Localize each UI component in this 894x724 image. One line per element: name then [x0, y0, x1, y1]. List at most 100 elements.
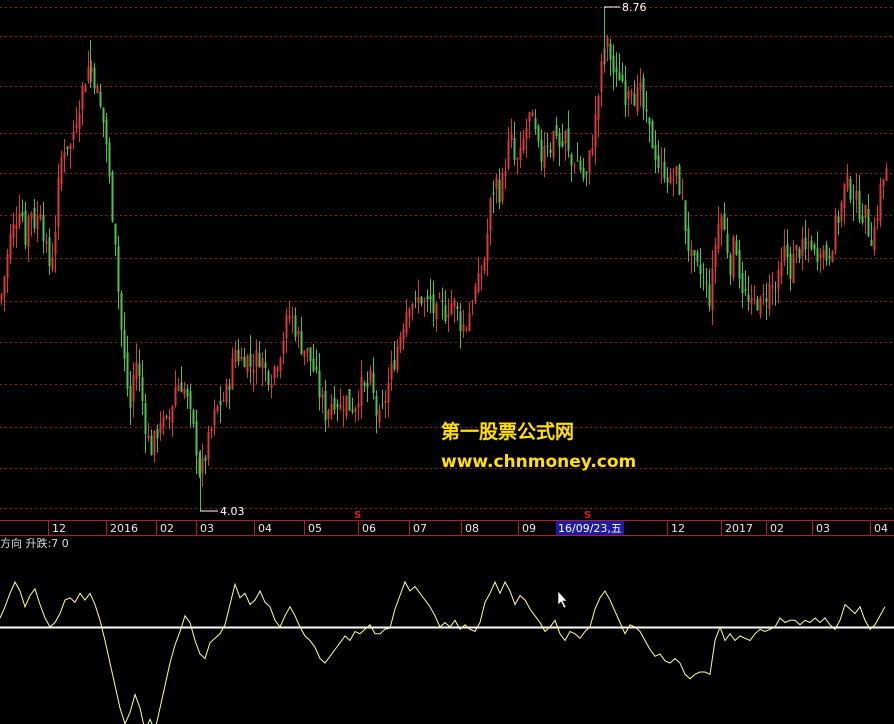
- candle-body: [696, 252, 699, 262]
- candle-body: [747, 294, 750, 302]
- candle-body: [12, 223, 15, 238]
- candle-body: [18, 213, 21, 226]
- candle-body: [3, 276, 6, 295]
- high-price-label: 8.76: [622, 1, 647, 14]
- candle-body: [885, 168, 888, 181]
- candle-body: [264, 362, 267, 369]
- candle-body: [444, 305, 447, 322]
- candle-body: [246, 355, 249, 373]
- candle-body: [309, 347, 312, 362]
- candle-body: [780, 262, 783, 277]
- candle-body: [498, 179, 501, 203]
- candle-body: [510, 133, 513, 141]
- candle-body: [744, 288, 747, 291]
- candle-body: [375, 396, 378, 416]
- candle-body: [600, 61, 603, 92]
- candle-body: [114, 224, 117, 245]
- candle-body: [858, 190, 861, 220]
- candle-body: [339, 404, 342, 409]
- candle-body: [231, 357, 234, 390]
- candle-body: [255, 350, 258, 367]
- candle-body: [345, 395, 348, 417]
- candle-body: [126, 352, 129, 389]
- candle-body: [102, 107, 105, 123]
- candle-body: [801, 238, 804, 256]
- candle-body: [642, 77, 645, 109]
- candle-body: [495, 177, 498, 189]
- candle-body: [156, 428, 159, 439]
- candle-body: [351, 409, 354, 412]
- candle-body: [66, 146, 69, 149]
- candle-body: [678, 165, 681, 195]
- candle-body: [633, 93, 636, 106]
- x-tick-label: 04: [874, 522, 888, 535]
- candle-body: [714, 244, 717, 268]
- candle-body: [258, 352, 261, 367]
- watermark-site-name: 第一股票公式网: [441, 421, 575, 443]
- candle-body: [693, 250, 696, 256]
- candle-body: [516, 158, 519, 160]
- candle-body: [690, 249, 693, 257]
- candle-body: [873, 226, 876, 251]
- candle-body: [861, 216, 864, 223]
- candle-body: [477, 272, 480, 293]
- candle-body: [153, 430, 156, 455]
- candle-body: [141, 377, 144, 402]
- candle-body: [234, 349, 237, 363]
- candle-body: [183, 388, 186, 395]
- candle-body: [123, 329, 126, 359]
- candle-body: [366, 382, 369, 388]
- candle-body: [315, 367, 318, 370]
- candle-body: [420, 297, 423, 304]
- candle-body: [699, 264, 702, 275]
- candle-body: [408, 309, 411, 317]
- candle-body: [561, 141, 564, 147]
- candle-body: [843, 184, 846, 209]
- candle-body: [81, 86, 84, 110]
- candle-body: [294, 315, 297, 337]
- candle-body: [138, 363, 141, 377]
- candle-body: [795, 245, 798, 251]
- candle-body: [540, 139, 543, 163]
- candle-body: [531, 112, 534, 117]
- candle-body: [9, 233, 12, 260]
- candle-body: [441, 300, 444, 302]
- candle-body: [480, 276, 483, 278]
- candle-body: [69, 144, 72, 150]
- candle-body: [711, 268, 714, 311]
- candle-body: [225, 383, 228, 403]
- candle-body: [96, 86, 99, 94]
- candle-body: [768, 283, 771, 309]
- candle-body: [630, 91, 633, 95]
- x-tick-label: 05: [308, 522, 322, 535]
- candle-body: [48, 237, 51, 267]
- candle-body: [582, 167, 585, 179]
- candle-body: [849, 178, 852, 200]
- candle-body: [792, 253, 795, 284]
- candle-body: [756, 299, 759, 310]
- sell-signal-marker: S: [584, 510, 591, 521]
- candle-body: [876, 218, 879, 222]
- candle-body: [159, 422, 162, 434]
- candle-body: [657, 154, 660, 169]
- candle-body: [777, 269, 780, 290]
- candle-body: [267, 371, 270, 385]
- candle-body: [723, 213, 726, 230]
- direction-indicator-line: [0, 580, 886, 724]
- candle-body: [507, 140, 510, 168]
- candle-body: [672, 179, 675, 181]
- candle-body: [312, 358, 315, 371]
- candle-body: [324, 390, 327, 421]
- candle-body: [771, 285, 774, 288]
- candle-body: [570, 154, 573, 166]
- x-tick-label: 08: [465, 522, 479, 535]
- candle-body: [54, 231, 57, 255]
- candle-body: [798, 248, 801, 258]
- candle-body: [855, 190, 858, 200]
- candle-body: [111, 171, 114, 222]
- candle-body: [645, 109, 648, 112]
- candle-body: [135, 362, 138, 381]
- candle-body: [468, 313, 471, 332]
- candle-body: [210, 428, 213, 432]
- candle-body: [669, 174, 672, 184]
